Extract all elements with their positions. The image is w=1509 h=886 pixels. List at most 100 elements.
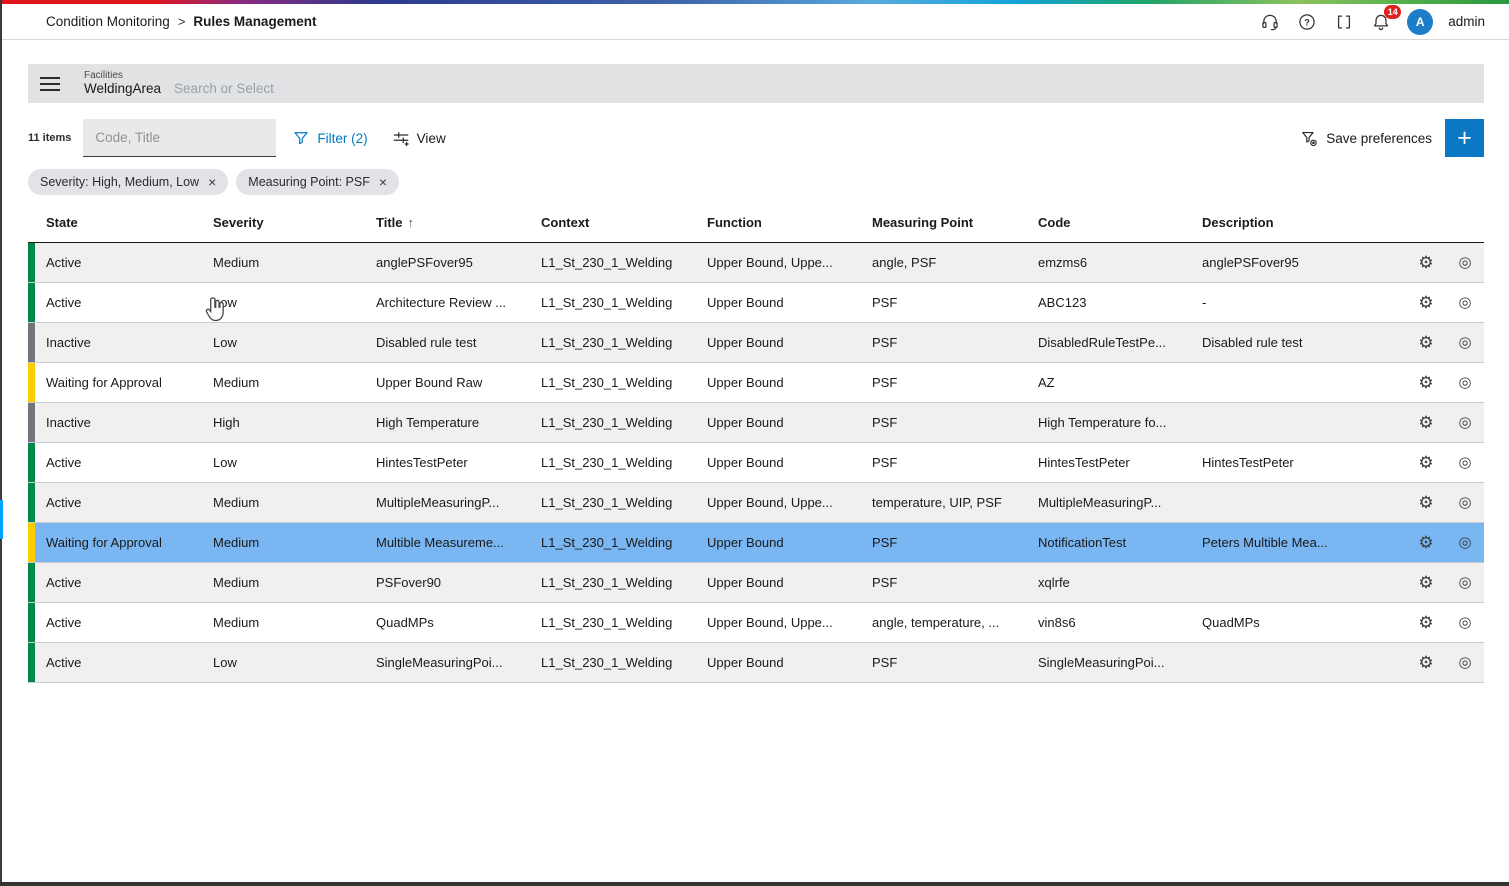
cell-context: L1_St_230_1_Welding: [530, 495, 696, 510]
rule-view-button[interactable]: ◎: [1446, 655, 1484, 670]
table-body: Active Medium anglePSFover95 L1_St_230_1…: [28, 243, 1484, 683]
cell-context: L1_St_230_1_Welding: [530, 295, 696, 310]
chip-close-icon[interactable]: ×: [379, 175, 387, 189]
gear-icon: ⚙: [1418, 334, 1433, 351]
rule-view-button[interactable]: ◎: [1446, 415, 1484, 430]
cell-code: High Temperature fo...: [1027, 415, 1191, 430]
table-row[interactable]: Active Medium QuadMPs L1_St_230_1_Weldin…: [28, 603, 1484, 643]
cell-code: HintesTestPeter: [1027, 455, 1191, 470]
cell-title: QuadMPs: [365, 615, 530, 630]
chip-close-icon[interactable]: ×: [208, 175, 216, 189]
table-row[interactable]: Waiting for Approval Medium Multible Mea…: [28, 523, 1484, 563]
support-headset-icon[interactable]: [1259, 11, 1281, 33]
avatar[interactable]: A: [1407, 9, 1433, 35]
cell-context: L1_St_230_1_Welding: [530, 535, 696, 550]
facilities-value[interactable]: WeldingArea: [84, 81, 161, 97]
state-bar: [28, 243, 35, 282]
rule-view-button[interactable]: ◎: [1446, 295, 1484, 310]
rule-view-button[interactable]: ◎: [1446, 495, 1484, 510]
table-row[interactable]: Active Low HintesTestPeter L1_St_230_1_W…: [28, 443, 1484, 483]
notifications-button[interactable]: 14: [1370, 11, 1392, 33]
gear-icon: ⚙: [1418, 254, 1433, 271]
table-row[interactable]: Active Medium MultipleMeasuringP... L1_S…: [28, 483, 1484, 523]
cell-context: L1_St_230_1_Welding: [530, 575, 696, 590]
username-label: admin: [1448, 14, 1485, 29]
table-row[interactable]: Waiting for Approval Medium Upper Bound …: [28, 363, 1484, 403]
cell-measuring-point: PSF: [861, 295, 1027, 310]
col-description[interactable]: Description: [1191, 215, 1406, 230]
gear-icon: ⚙: [1418, 574, 1433, 591]
rule-view-button[interactable]: ◎: [1446, 375, 1484, 390]
rule-view-button[interactable]: ◎: [1446, 455, 1484, 470]
help-icon[interactable]: ?: [1296, 11, 1318, 33]
view-button[interactable]: View: [392, 129, 446, 147]
facilities-search-placeholder[interactable]: Search or Select: [174, 81, 274, 97]
col-title[interactable]: Title↑: [365, 215, 530, 230]
cell-code: emzms6: [1027, 255, 1191, 270]
cell-severity: Low: [202, 655, 365, 670]
eye-icon: ◎: [1458, 255, 1471, 270]
col-code[interactable]: Code: [1027, 215, 1191, 230]
table-row[interactable]: Active Low Architecture Review ... L1_St…: [28, 283, 1484, 323]
rule-settings-button[interactable]: ⚙: [1406, 254, 1446, 271]
rule-settings-button[interactable]: ⚙: [1406, 294, 1446, 311]
state-bar: [28, 443, 35, 482]
save-preferences-button[interactable]: Save preferences: [1300, 129, 1432, 148]
table-row[interactable]: Active Low SingleMeasuringPoi... L1_St_2…: [28, 643, 1484, 683]
cell-state: Active: [35, 615, 202, 630]
state-bar: [28, 283, 35, 322]
gear-icon: ⚙: [1418, 454, 1433, 471]
cell-code: vin8s6: [1027, 615, 1191, 630]
rule-view-button[interactable]: ◎: [1446, 255, 1484, 270]
col-context[interactable]: Context: [530, 215, 696, 230]
cell-state: Inactive: [35, 335, 202, 350]
search-input[interactable]: [95, 130, 272, 145]
facilities-field: Facilities WeldingArea Search or Select: [84, 70, 274, 97]
col-state[interactable]: State: [35, 215, 202, 230]
facilities-selector[interactable]: Facilities WeldingArea Search or Select: [28, 64, 1484, 103]
notification-badge: 14: [1384, 5, 1401, 19]
cell-title: PSFover90: [365, 575, 530, 590]
rule-settings-button[interactable]: ⚙: [1406, 654, 1446, 671]
fullscreen-icon[interactable]: [1333, 11, 1355, 33]
col-severity[interactable]: Severity: [202, 215, 365, 230]
cell-state: Waiting for Approval: [35, 375, 202, 390]
col-measuring-point[interactable]: Measuring Point: [861, 215, 1027, 230]
cell-description: anglePSFover95: [1191, 255, 1406, 270]
rule-settings-button[interactable]: ⚙: [1406, 334, 1446, 351]
cell-context: L1_St_230_1_Welding: [530, 415, 696, 430]
table-row[interactable]: Inactive Low Disabled rule test L1_St_23…: [28, 323, 1484, 363]
filter-button[interactable]: Filter (2): [292, 129, 367, 147]
table-row[interactable]: Active Medium PSFover90 L1_St_230_1_Weld…: [28, 563, 1484, 603]
rule-settings-button[interactable]: ⚙: [1406, 414, 1446, 431]
cell-severity: High: [202, 415, 365, 430]
filter-chip-severity: Severity: High, Medium, Low ×: [28, 169, 228, 195]
rule-settings-button[interactable]: ⚙: [1406, 534, 1446, 551]
hamburger-menu-icon[interactable]: [28, 76, 72, 92]
table-row[interactable]: Inactive High High Temperature L1_St_230…: [28, 403, 1484, 443]
rule-settings-button[interactable]: ⚙: [1406, 614, 1446, 631]
table-row[interactable]: Active Medium anglePSFover95 L1_St_230_1…: [28, 243, 1484, 283]
rule-settings-button[interactable]: ⚙: [1406, 374, 1446, 391]
cell-code: xqlrfe: [1027, 575, 1191, 590]
cell-state: Active: [35, 655, 202, 670]
breadcrumb-parent[interactable]: Condition Monitoring: [46, 14, 170, 29]
main-content: Facilities WeldingArea Search or Select …: [28, 64, 1484, 683]
rule-settings-button[interactable]: ⚙: [1406, 574, 1446, 591]
state-bar: [28, 523, 35, 562]
rule-view-button[interactable]: ◎: [1446, 615, 1484, 630]
rule-view-button[interactable]: ◎: [1446, 335, 1484, 350]
add-rule-button[interactable]: +: [1445, 119, 1484, 157]
cell-title: Multible Measureme...: [365, 535, 530, 550]
rule-view-button[interactable]: ◎: [1446, 575, 1484, 590]
col-function[interactable]: Function: [696, 215, 861, 230]
rule-settings-button[interactable]: ⚙: [1406, 454, 1446, 471]
cell-function: Upper Bound: [696, 375, 861, 390]
rule-settings-button[interactable]: ⚙: [1406, 494, 1446, 511]
search-field[interactable]: [83, 119, 276, 157]
rule-view-button[interactable]: ◎: [1446, 535, 1484, 550]
cell-code: NotificationTest: [1027, 535, 1191, 550]
gear-icon: ⚙: [1418, 294, 1433, 311]
eye-icon: ◎: [1458, 375, 1471, 390]
filter-funnel-icon: [292, 129, 310, 147]
